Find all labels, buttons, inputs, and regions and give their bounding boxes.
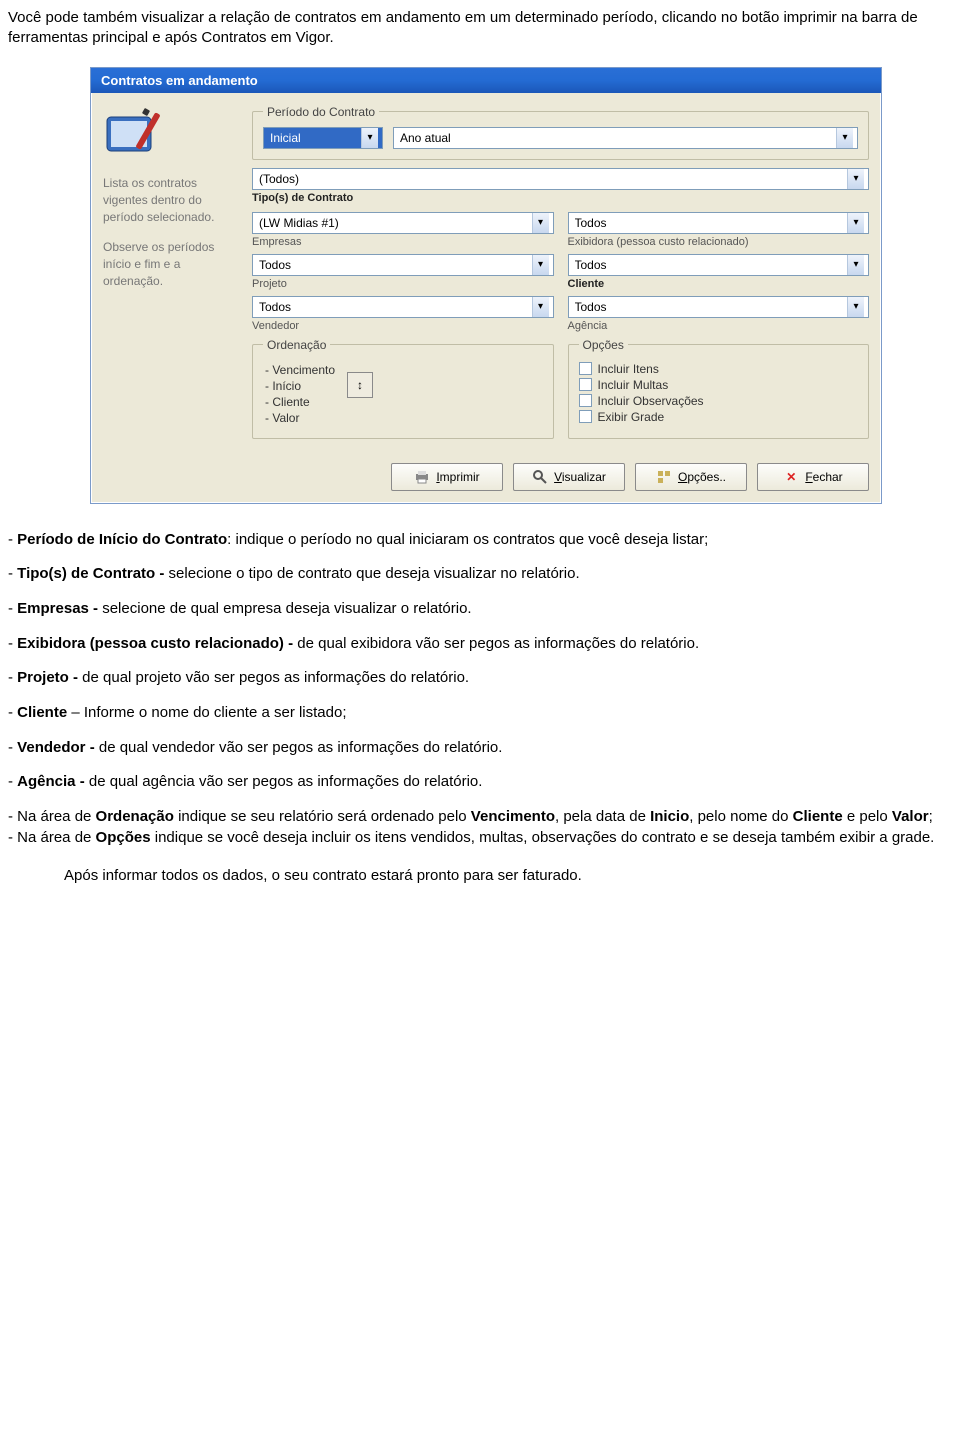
checkbox-icon xyxy=(579,410,592,423)
label-agencia: Agência xyxy=(568,320,870,332)
para-cliente: - Cliente – Informe o nome do cliente a … xyxy=(8,703,952,724)
combo-exibidora[interactable]: Todos ▾ xyxy=(568,212,870,234)
button-label: Fechar xyxy=(805,470,842,484)
combo-projeto-value: Todos xyxy=(259,258,528,272)
swap-order-button[interactable]: ↕ xyxy=(347,372,373,398)
combo-periodo-inicial[interactable]: Inicial ▾ xyxy=(263,127,383,149)
chevron-down-icon: ▾ xyxy=(836,128,853,148)
printer-icon xyxy=(414,469,430,485)
checkbox-incluir-multas[interactable]: Incluir Multas xyxy=(579,378,859,392)
chevron-down-icon: ▾ xyxy=(532,297,549,317)
close-icon: ✕ xyxy=(783,469,799,485)
ordenacao-item-cliente[interactable]: - Cliente xyxy=(263,394,337,410)
imprimir-button[interactable]: IImprimirmprimir xyxy=(391,463,503,491)
label-cliente: Cliente xyxy=(568,278,870,290)
checkbox-exibir-grade[interactable]: Exibir Grade xyxy=(579,410,859,424)
button-label: Opções.. xyxy=(678,470,726,484)
button-label: Visualizar xyxy=(554,470,606,484)
para-periodo: - Período de Início do Contrato: indique… xyxy=(8,530,952,551)
label-exibidora: Exibidora (pessoa custo relacionado) xyxy=(568,236,870,248)
para-agencia: - Agência - de qual agência vão ser pego… xyxy=(8,772,952,793)
ordenacao-list[interactable]: - Vencimento - Início - Cliente - Valor xyxy=(263,362,337,426)
combo-projeto[interactable]: Todos ▾ xyxy=(252,254,554,276)
magnifier-icon xyxy=(532,469,548,485)
para-tipo: - Tipo(s) de Contrato - selecione o tipo… xyxy=(8,564,952,585)
combo-tipo-contrato[interactable]: (Todos) ▾ xyxy=(252,168,869,190)
combo-periodo-ano[interactable]: Ano atual ▾ xyxy=(393,127,858,149)
group-opcoes-legend: Opções xyxy=(579,338,628,352)
checkbox-label: Incluir Multas xyxy=(598,378,669,392)
chevron-down-icon: ▾ xyxy=(532,255,549,275)
fechar-button[interactable]: ✕ Fechar xyxy=(757,463,869,491)
label-projeto: Projeto xyxy=(252,278,554,290)
checkbox-label: Incluir Observações xyxy=(598,394,704,408)
dialog-titlebar: Contratos em andamento xyxy=(91,68,881,93)
combo-agencia-value: Todos xyxy=(575,300,844,314)
ordenacao-item-vencimento[interactable]: - Vencimento xyxy=(263,362,337,378)
group-ordenacao: Ordenação - Vencimento - Início - Client… xyxy=(252,338,554,439)
group-periodo-legend: Período do Contrato xyxy=(263,105,379,119)
combo-empresas-value: (LW Midias #1) xyxy=(259,216,528,230)
group-ordenacao-legend: Ordenação xyxy=(263,338,330,352)
ordenacao-item-valor[interactable]: - Valor xyxy=(263,410,337,426)
dialog-sidebar: Lista os contratos vigentes dentro do pe… xyxy=(103,105,238,447)
checkbox-icon xyxy=(579,394,592,407)
chevron-down-icon: ▾ xyxy=(847,255,864,275)
button-label: IImprimirmprimir xyxy=(436,470,479,484)
label-empresas: Empresas xyxy=(252,236,554,248)
options-icon xyxy=(656,469,672,485)
dialog-title-text: Contratos em andamento xyxy=(101,73,258,88)
checkbox-label: Exibir Grade xyxy=(598,410,665,424)
label-tipo-contrato: Tipo(s) de Contrato xyxy=(252,192,869,204)
sidebar-desc-1: Lista os contratos vigentes dentro do pe… xyxy=(103,175,238,227)
group-periodo-contrato: Período do Contrato Inicial ▾ Ano atual … xyxy=(252,105,869,160)
checkbox-icon xyxy=(579,378,592,391)
combo-vendedor[interactable]: Todos ▾ xyxy=(252,296,554,318)
combo-periodo-ano-value: Ano atual xyxy=(400,131,832,145)
checkbox-incluir-observacoes[interactable]: Incluir Observações xyxy=(579,394,859,408)
para-exibidora: - Exibidora (pessoa custo relacionado) -… xyxy=(8,634,952,655)
ordenacao-item-inicio[interactable]: - Início xyxy=(263,378,337,394)
combo-empresas[interactable]: (LW Midias #1) ▾ xyxy=(252,212,554,234)
checkbox-label: Incluir Itens xyxy=(598,362,659,376)
label-vendedor: Vendedor xyxy=(252,320,554,332)
dialog-footer: IImprimirmprimir Visualizar Opções.. ✕ F… xyxy=(91,453,881,503)
chevron-down-icon: ▾ xyxy=(361,128,378,148)
chevron-down-icon: ▾ xyxy=(532,213,549,233)
intro-paragraph: Você pode também visualizar a relação de… xyxy=(8,8,952,49)
para-projeto: - Projeto - de qual projeto vão ser pego… xyxy=(8,668,952,689)
visualizar-button[interactable]: Visualizar xyxy=(513,463,625,491)
opcoes-button[interactable]: Opções.. xyxy=(635,463,747,491)
combo-vendedor-value: Todos xyxy=(259,300,528,314)
swap-arrows-icon: ↕ xyxy=(357,378,363,392)
dialog-contratos-andamento: Contratos em andamento Lista os contrato… xyxy=(90,67,882,504)
para-empresas: - Empresas - selecione de qual empresa d… xyxy=(8,599,952,620)
chevron-down-icon: ▾ xyxy=(847,169,864,189)
combo-cliente[interactable]: Todos ▾ xyxy=(568,254,870,276)
combo-periodo-inicial-value: Inicial xyxy=(270,131,357,145)
combo-exibidora-value: Todos xyxy=(575,216,844,230)
sidebar-desc-2: Observe os períodos início e fim e a ord… xyxy=(103,239,238,291)
combo-tipo-contrato-value: (Todos) xyxy=(259,172,843,186)
checkbox-icon xyxy=(579,362,592,375)
checkbox-incluir-itens[interactable]: Incluir Itens xyxy=(579,362,859,376)
chevron-down-icon: ▾ xyxy=(847,213,864,233)
chevron-down-icon: ▾ xyxy=(847,297,864,317)
group-opcoes: Opções Incluir Itens Incluir Multas Incl… xyxy=(568,338,870,439)
para-ordenacao-opcoes: - Na área de Ordenação indique se seu re… xyxy=(8,807,952,848)
combo-cliente-value: Todos xyxy=(575,258,844,272)
contracts-icon xyxy=(105,107,165,159)
footer-note: Após informar todos os dados, o seu cont… xyxy=(64,866,952,887)
para-vendedor: - Vendedor - de qual vendedor vão ser pe… xyxy=(8,738,952,759)
combo-agencia[interactable]: Todos ▾ xyxy=(568,296,870,318)
